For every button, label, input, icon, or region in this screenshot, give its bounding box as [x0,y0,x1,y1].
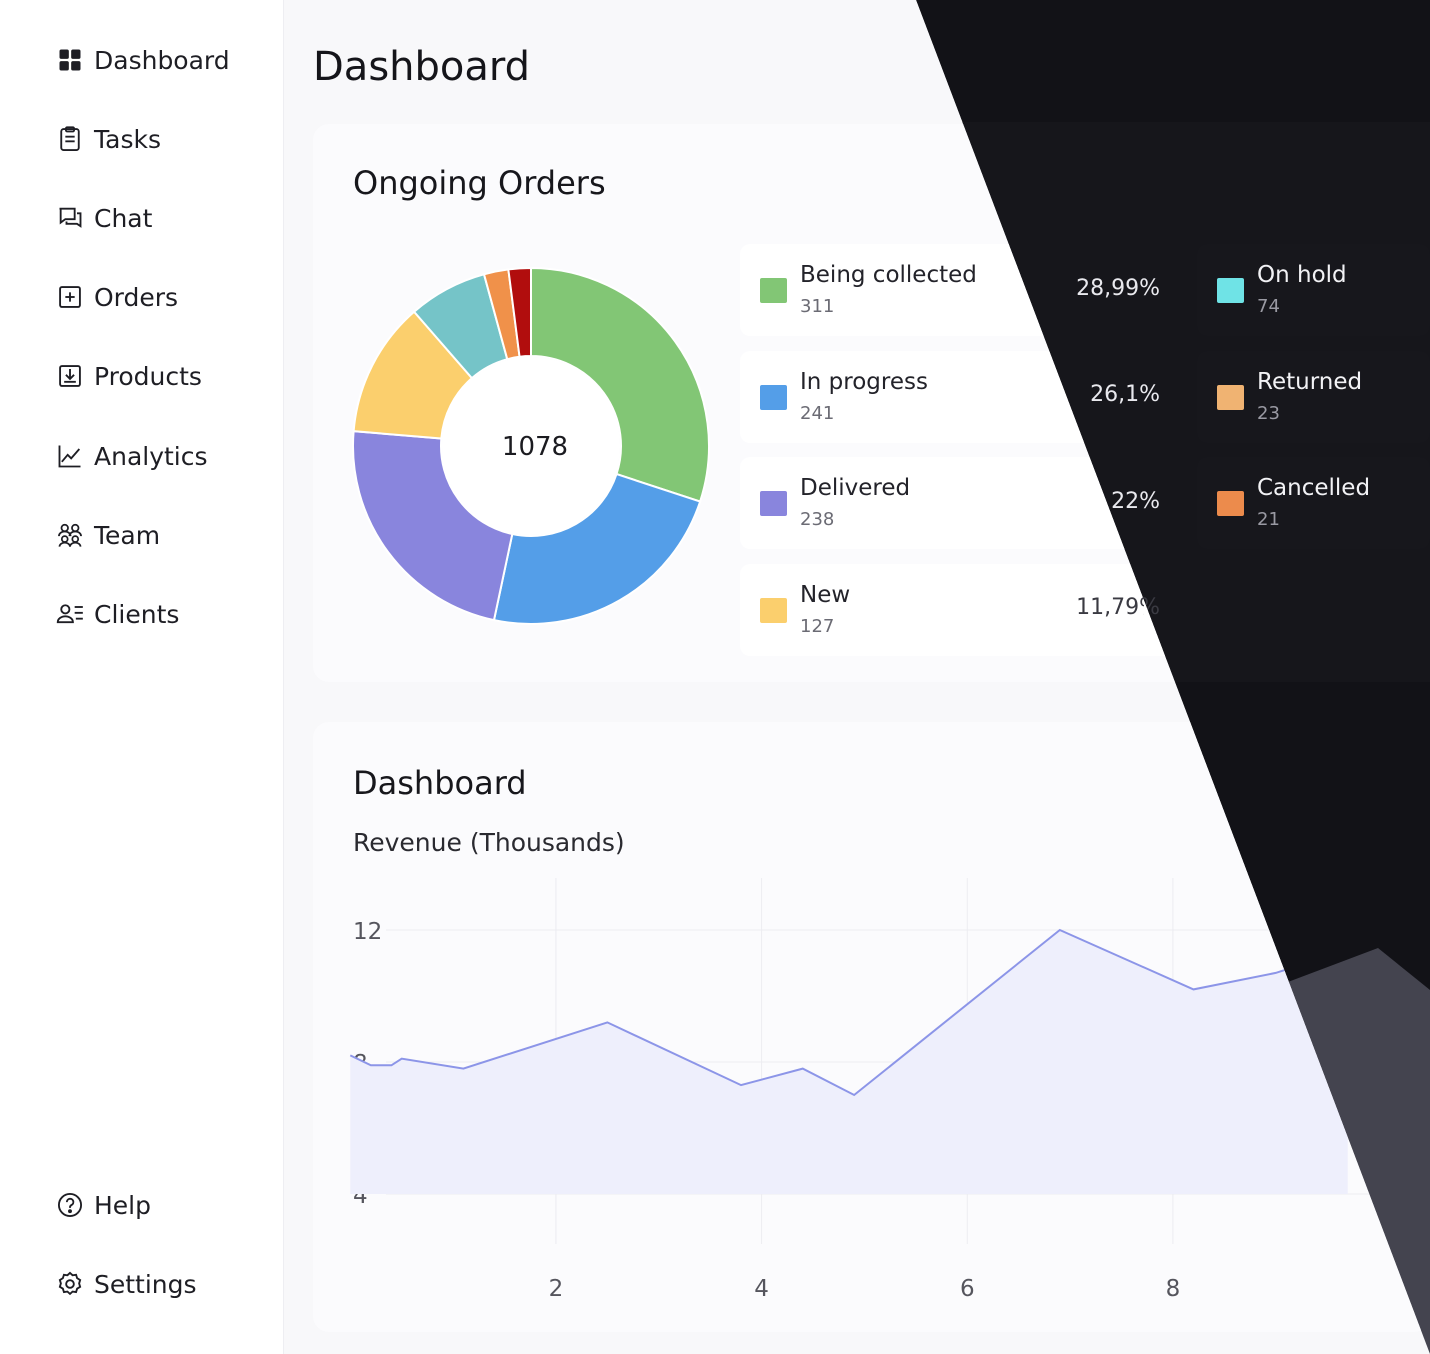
trend-icon [58,445,81,468]
sidebar-item-label: Help [94,1190,151,1220]
sidebar-item-label: Analytics [94,441,208,471]
legend-swatch [760,598,787,623]
legend-pct-being-collected: 28,99% [1076,276,1160,301]
sidebar-item-orders[interactable]: Orders [56,277,178,317]
sidebar-item-settings[interactable]: Settings [56,1264,197,1304]
gear-icon [58,1271,82,1296]
help-icon [57,1192,83,1218]
donut-total: 1078 [501,432,569,462]
chat-icon [59,207,82,228]
team-icon [58,523,82,547]
legend-label: New [800,582,851,608]
legend-count: 311 [800,296,835,317]
legend-count: 238 [800,509,835,530]
ongoing-orders-title: Ongoing Orders [353,164,606,202]
sidebar-item-label: Chat [94,203,153,233]
legend-pct-in-progress: 26,1% [1090,382,1160,407]
revenue-card-title: Dashboard [353,764,527,802]
download-box-icon [59,365,81,387]
sidebar-item-products[interactable]: Products [56,356,202,396]
legend-label: Delivered [800,475,911,501]
legend-label: Being collected [800,262,977,288]
grid-icon [59,49,81,71]
sidebar: Dashboard Tasks Chat Orders Products Ana… [0,0,284,1354]
sidebar-item-label: Products [94,361,202,391]
legend-swatch [760,278,787,303]
sidebar-item-tasks[interactable]: Tasks [56,119,161,159]
sidebar-item-label: Team [94,520,161,550]
legend-label: In progress [800,369,928,395]
legend-swatch [760,385,787,410]
sidebar-item-clients[interactable]: Clients [56,594,179,634]
page-title: Dashboard [313,44,531,90]
sidebar-item-label: Tasks [94,124,161,154]
sidebar-item-chat[interactable]: Chat [56,198,152,238]
sidebar-item-analytics[interactable]: Analytics [56,436,208,476]
sidebar-item-label: Clients [94,599,180,629]
sidebar-item-help[interactable]: Help [56,1185,151,1225]
revenue-chart-subtitle: Revenue (Thousands) [353,828,625,857]
legend-count: 127 [800,616,835,637]
sidebar-item-team[interactable]: Team [56,515,160,555]
legend-swatch [760,491,787,516]
legend-count: 241 [800,403,835,424]
clipboard-icon [60,126,80,152]
sidebar-item-label: Settings [94,1269,197,1299]
plus-box-icon [59,286,81,308]
sidebar-item-label: Dashboard [94,45,230,75]
clients-icon [56,604,83,624]
sidebar-item-dashboard[interactable]: Dashboard [56,40,230,80]
sidebar-item-label: Orders [94,282,179,312]
